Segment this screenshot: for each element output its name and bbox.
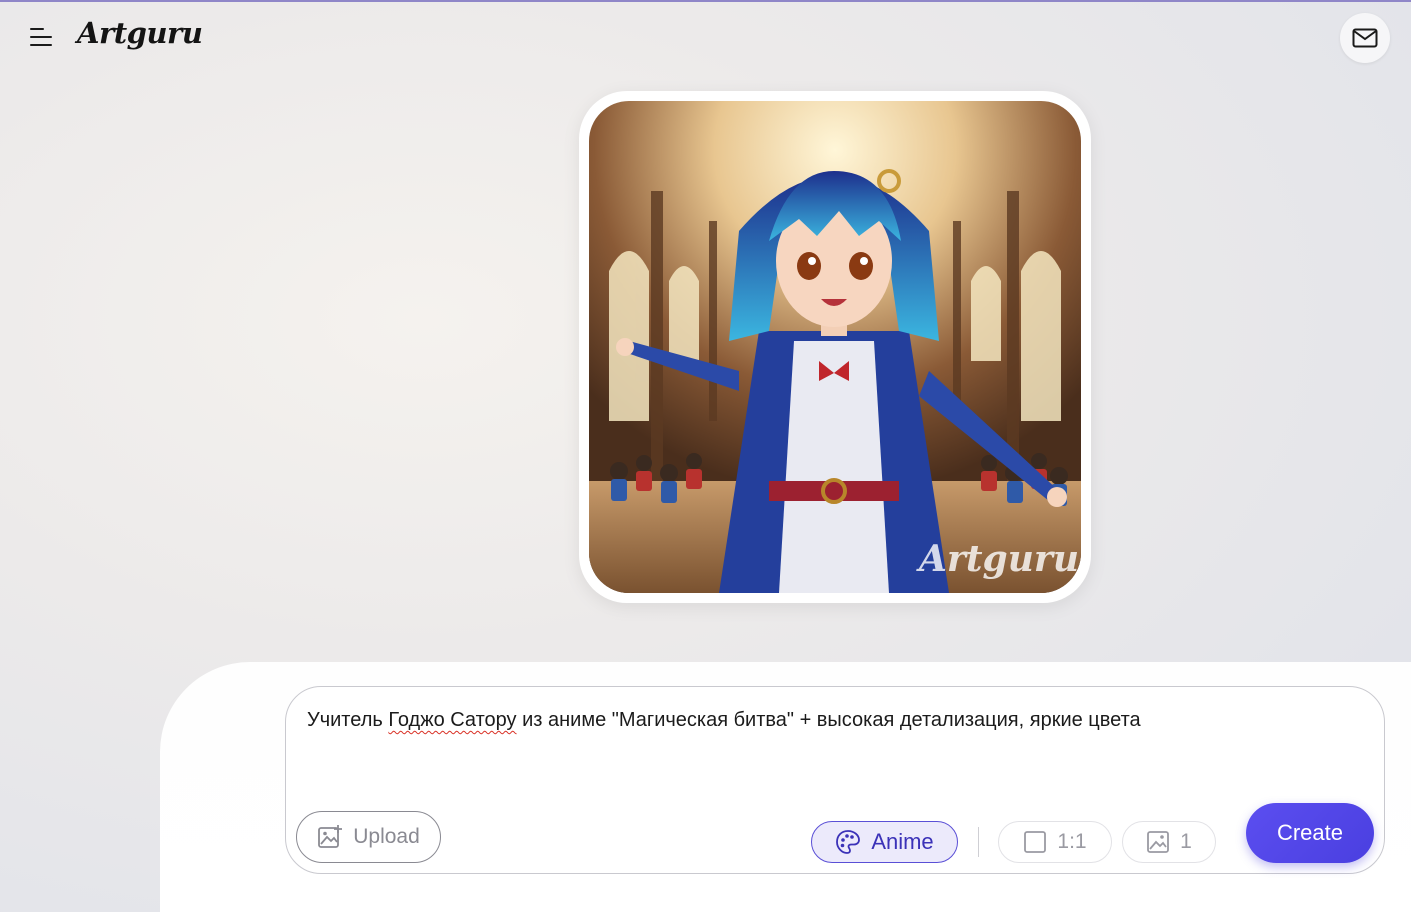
hamburger-icon-line xyxy=(30,44,52,46)
palette-icon xyxy=(835,829,861,855)
app-header: Artguru xyxy=(0,2,1411,70)
image-count-label: 1 xyxy=(1180,830,1192,853)
mail-button[interactable] xyxy=(1340,13,1390,63)
upload-label: Upload xyxy=(353,825,420,848)
menu-button[interactable] xyxy=(26,24,56,50)
aspect-ratio-selector[interactable]: 1:1 xyxy=(998,821,1112,863)
generated-image-card[interactable]: Artguru xyxy=(579,91,1091,603)
generated-image-illustration: Artguru xyxy=(589,101,1081,593)
image-watermark: Artguru xyxy=(916,538,1079,580)
mail-icon xyxy=(1352,28,1378,48)
square-icon xyxy=(1023,830,1047,854)
style-label: Anime xyxy=(871,829,934,854)
image-icon xyxy=(1146,830,1170,854)
image-count-selector[interactable]: 1 xyxy=(1122,821,1216,863)
create-button[interactable]: Create xyxy=(1246,803,1374,863)
upload-button[interactable]: Upload xyxy=(296,811,441,863)
app-logo[interactable]: Artguru xyxy=(77,16,203,50)
style-selector[interactable]: Anime xyxy=(811,821,958,863)
hamburger-icon-line xyxy=(30,28,44,30)
aspect-ratio-label: 1:1 xyxy=(1057,830,1087,853)
toolbar-divider xyxy=(978,827,979,857)
prompt-text-part: из аниме "Магическая битва" + высокая де… xyxy=(516,709,1141,731)
create-label: Create xyxy=(1276,820,1344,845)
image-add-icon xyxy=(317,824,343,850)
generated-image[interactable]: Artguru xyxy=(589,101,1081,593)
hamburger-icon-line xyxy=(30,36,52,38)
prompt-text[interactable]: Учитель Годжо Сатору из аниме "Магическа… xyxy=(307,709,1141,732)
prompt-misspelled-word: Годжо Сатору xyxy=(388,709,517,731)
prompt-text-part: Учитель xyxy=(307,709,389,731)
